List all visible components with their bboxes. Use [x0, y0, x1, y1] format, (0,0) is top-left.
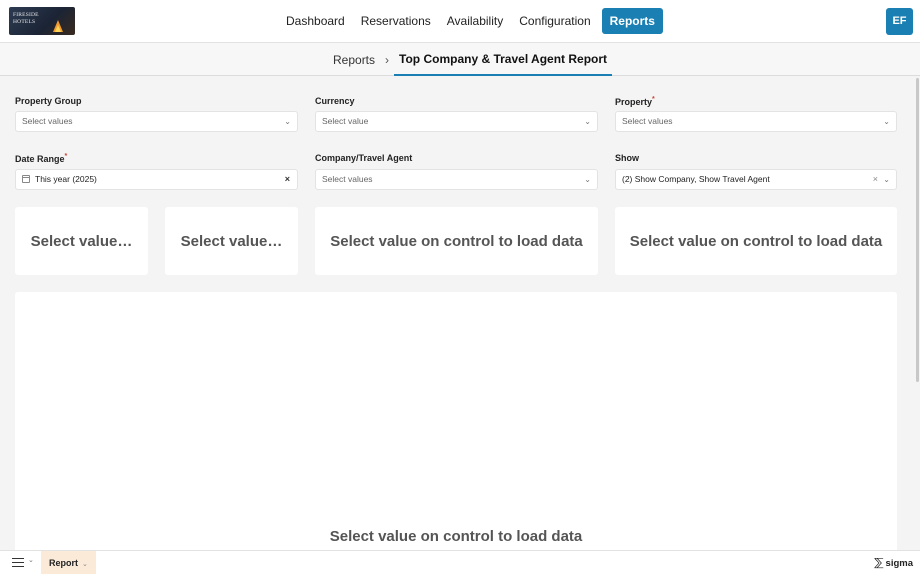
currency-select[interactable]: Select value ⌄ [315, 111, 598, 132]
kpi-card-2: Select value… [165, 207, 298, 275]
property-group-placeholder: Select values [22, 116, 73, 126]
currency-label: Currency [315, 96, 355, 106]
date-range-value: This year (2025) [35, 174, 97, 184]
campfire-inner-icon [55, 25, 61, 32]
chevron-down-icon: ⌄ [82, 561, 88, 568]
nav-dashboard[interactable]: Dashboard [278, 8, 353, 34]
company-travel-agent-select[interactable]: Select values ⌄ [315, 169, 598, 190]
company-travel-agent-placeholder: Select values [322, 174, 373, 184]
show-select[interactable]: (2) Show Company, Show Travel Agent × ⌄ [615, 169, 897, 190]
currency-placeholder: Select value [322, 116, 369, 126]
hamburger-menu-icon[interactable] [12, 558, 24, 567]
breadcrumb-separator: › [385, 52, 390, 67]
chevron-down-icon: ⌄ [584, 175, 591, 184]
top-nav-bar: FIRESIDE HOTELS Dashboard Reservations Av… [0, 0, 920, 43]
breadcrumb-bar: Reports › Top Company & Travel Agent Rep… [0, 43, 920, 76]
kpi-card-1: Select value… [15, 207, 148, 275]
nav-availability[interactable]: Availability [439, 8, 511, 34]
chevron-down-icon[interactable]: ⌄ [28, 556, 34, 564]
clear-show-icon[interactable]: × [873, 170, 878, 189]
chevron-down-icon: ⌄ [584, 117, 591, 126]
nav-configuration[interactable]: Configuration [511, 8, 598, 34]
date-range-field[interactable]: This year (2025) × [15, 169, 298, 190]
report-table-placeholder: Select value on control to load data [329, 528, 583, 545]
chevron-down-icon: ⌄ [883, 117, 890, 126]
calendar-icon [22, 175, 30, 183]
sigma-brand: ⅀ sigma [874, 551, 913, 574]
company-travel-agent-label: Company/Travel Agent [315, 153, 413, 163]
bottom-bar: ⌄ Report ⌄ ⅀ sigma [0, 550, 920, 574]
property-group-select[interactable]: Select values ⌄ [15, 111, 298, 132]
property-placeholder: Select values [622, 116, 673, 126]
chevron-down-icon: ⌄ [883, 175, 890, 184]
property-group-label: Property Group [15, 96, 82, 106]
fireside-hotels-logo[interactable]: FIRESIDE HOTELS [9, 7, 75, 35]
property-label: Property* [615, 96, 655, 107]
nav-reports[interactable]: Reports [601, 8, 663, 34]
page-scrollbar[interactable] [916, 78, 919, 382]
breadcrumb: Reports › Top Company & Travel Agent Rep… [333, 43, 613, 76]
main-nav: Dashboard Reservations Availability Conf… [278, 8, 663, 34]
kpi-card-4: Select value on control to load data [615, 207, 897, 275]
report-table-card: Select value on control to load data [15, 292, 897, 554]
sigma-logo-icon: ⅀ [874, 557, 884, 569]
nav-reservations[interactable]: Reservations [353, 8, 439, 34]
property-select[interactable]: Select values ⌄ [615, 111, 897, 132]
chevron-down-icon: ⌄ [284, 117, 291, 126]
show-label: Show [615, 153, 639, 163]
clear-date-icon[interactable]: × [285, 170, 290, 189]
user-avatar[interactable]: EF [886, 8, 913, 35]
show-value: (2) Show Company, Show Travel Agent [622, 174, 770, 184]
breadcrumb-reports[interactable]: Reports [333, 53, 375, 67]
date-range-label: Date Range* [15, 153, 68, 164]
logo-text-line2: HOTELS [13, 19, 36, 25]
logo-text-line1: FIRESIDE [13, 12, 39, 18]
page-tab-report[interactable]: Report ⌄ [41, 551, 96, 574]
kpi-card-3: Select value on control to load data [315, 207, 598, 275]
breadcrumb-current-page[interactable]: Top Company & Travel Agent Report [394, 43, 613, 76]
